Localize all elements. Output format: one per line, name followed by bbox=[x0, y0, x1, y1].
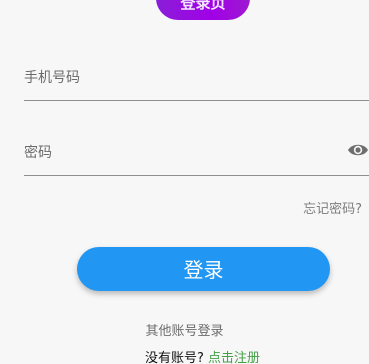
eye-icon[interactable] bbox=[347, 141, 369, 159]
login-screen: 登录页 忘记密码? 登录 其他账号登录 没有账号? 点击注册 bbox=[0, 0, 369, 364]
app-logo-badge: 登录页 bbox=[156, 0, 250, 20]
password-input[interactable] bbox=[24, 139, 334, 167]
phone-input[interactable] bbox=[24, 64, 334, 92]
forgot-password-link[interactable]: 忘记密码? bbox=[303, 198, 362, 217]
no-account-label: 没有账号? bbox=[145, 351, 204, 364]
login-button[interactable]: 登录 bbox=[77, 247, 330, 291]
register-link[interactable]: 点击注册 bbox=[208, 351, 260, 364]
register-row: 没有账号? 点击注册 bbox=[145, 347, 260, 364]
password-field bbox=[24, 135, 369, 176]
other-account-login-link[interactable]: 其他账号登录 bbox=[0, 320, 369, 339]
phone-field bbox=[24, 60, 369, 101]
